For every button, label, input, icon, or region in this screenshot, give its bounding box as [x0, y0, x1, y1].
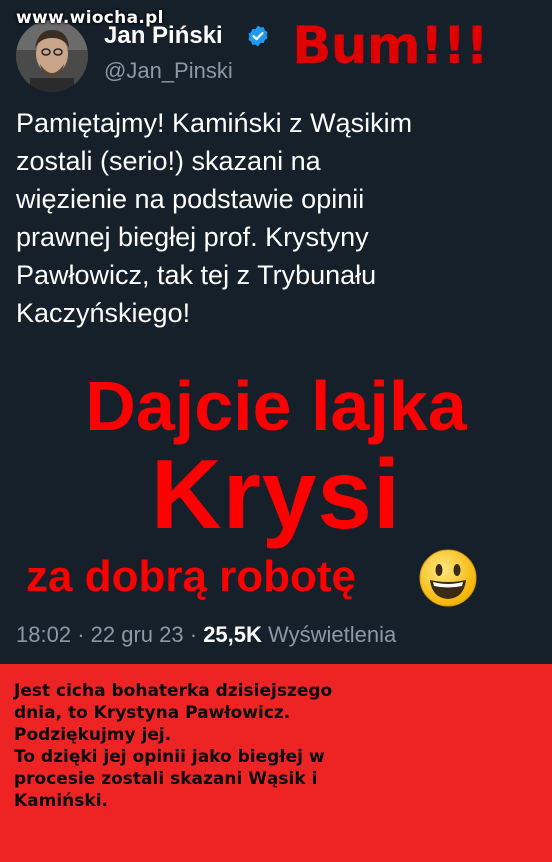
- tweet-screenshot: www.wiocha.pl Jan Piński @Jan_Pinski Bum…: [0, 0, 552, 664]
- tweet-text-line: prawnej biegłej prof. Krystyny: [16, 222, 369, 252]
- verified-badge-icon: [248, 25, 268, 47]
- overlay-line-1: Dajcie lajka: [85, 367, 467, 445]
- caption-line: dnia, to Krystyna Pawłowicz.: [14, 703, 291, 723]
- tweet-time[interactable]: 18:02: [16, 622, 71, 647]
- caption-box: Jest cicha bohaterka dzisiejszego dnia, …: [0, 664, 552, 862]
- tweet-text-line: Pawłowicz, tak tej z Trybunału: [16, 260, 377, 290]
- grinning-face-icon: [419, 549, 477, 607]
- tweet-text-line: zostali (serio!) skazani na: [16, 146, 321, 176]
- caption-line: Podziękujmy jej.: [14, 725, 172, 745]
- caption-line: procesie zostali skazani Wąsik i: [14, 769, 318, 789]
- tweet-text-line: Kaczyńskiego!: [16, 298, 191, 328]
- watermark: www.wiocha.pl: [16, 8, 164, 28]
- author-handle[interactable]: @Jan_Pinski: [104, 58, 233, 84]
- tweet-text-line: Pamiętajmy! Kamiński z Wąsikim: [16, 108, 413, 138]
- avatar-photo: [16, 20, 88, 92]
- views-label[interactable]: Wyświetlenia: [268, 622, 396, 647]
- caption-line: Jest cicha bohaterka dzisiejszego: [14, 681, 333, 701]
- views-count[interactable]: 25,5K: [203, 622, 262, 647]
- meta-separator: ·: [189, 622, 198, 647]
- caption-line: To dzięki jej opinii jako biegłej w: [14, 747, 325, 767]
- overlay-line-3: za dobrą robotę: [26, 552, 357, 601]
- caption-line: Kamiński.: [14, 791, 108, 811]
- tweet-text: Pamiętajmy! Kamiński z Wąsikim zostali (…: [16, 104, 536, 332]
- overlay-exclaim: Bum!!!: [292, 16, 489, 76]
- tweet-text-line: więzienie na podstawie opinii: [16, 184, 365, 214]
- overlay-line-2: Krysi: [150, 439, 402, 549]
- meta-separator: ·: [77, 622, 85, 647]
- caption-text: Jest cicha bohaterka dzisiejszego dnia, …: [14, 680, 544, 812]
- avatar[interactable]: [16, 20, 88, 92]
- tweet-meta: 18:02 · 22 gru 23 · 25,5K Wyświetlenia: [16, 622, 396, 648]
- tweet-date[interactable]: 22 gru 23: [91, 622, 184, 647]
